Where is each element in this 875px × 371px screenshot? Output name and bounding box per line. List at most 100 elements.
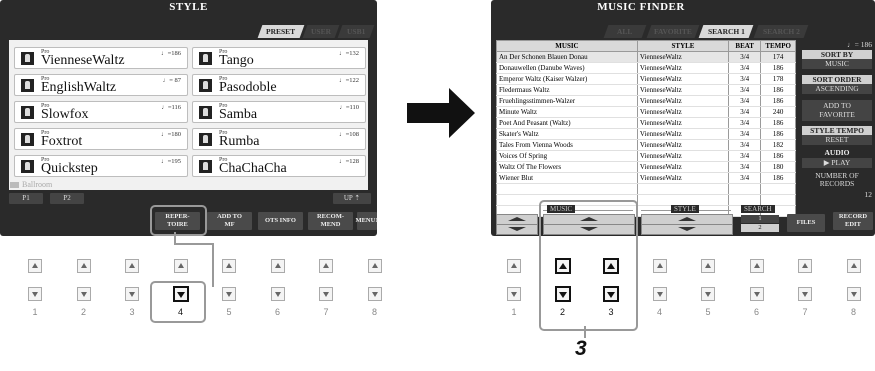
right-down-button-8[interactable]: [846, 287, 861, 301]
style-item-foxtrot[interactable]: Pro Foxtrot ♩=180: [14, 128, 188, 150]
right-down-button-5[interactable]: [701, 287, 715, 301]
table-row[interactable]: Voices Of Spring VienneseWaltz 3/4 186: [496, 150, 796, 162]
record-edit-button[interactable]: RECORD EDIT: [833, 212, 873, 230]
left-up-button-2[interactable]: [76, 259, 91, 273]
style-cell: VienneseWaltz: [636, 62, 730, 74]
left-up-button-1[interactable]: [28, 259, 42, 273]
left-up-button-5[interactable]: [222, 259, 236, 273]
left-up-button-6[interactable]: [270, 259, 285, 273]
folder-row[interactable]: Ballroom: [10, 180, 52, 189]
right-down-button-2[interactable]: [554, 286, 571, 302]
table-row[interactable]: Minute Waltz VienneseWaltz 3/4 240: [496, 106, 796, 118]
column-header-beat[interactable]: BEAT: [728, 40, 762, 52]
beat-cell: 3/4: [728, 117, 762, 129]
right-up-button-4[interactable]: [652, 259, 667, 273]
style-cell: VienneseWaltz: [636, 95, 730, 107]
up-arrow-icon: ⇡: [354, 194, 361, 202]
right-down-button-6[interactable]: [749, 287, 764, 301]
left-down-button-5[interactable]: [222, 287, 236, 301]
tab-search-2[interactable]: SEARCH 2: [753, 25, 809, 38]
style-item-englishwaltz[interactable]: Pro EnglishWaltz ♩= 87: [14, 74, 188, 96]
left-up-button-7[interactable]: [319, 259, 333, 273]
left-up-button-8[interactable]: [367, 259, 382, 273]
tempo-cell: 186: [760, 95, 796, 107]
right-down-button-1[interactable]: [507, 287, 521, 301]
table-row[interactable]: Wiener Blut VienneseWaltz 3/4 186: [496, 172, 796, 184]
left-down-button-2[interactable]: [76, 287, 91, 301]
table-row[interactable]: An Der Schonen Blauen Donau VienneseWaltz…: [496, 51, 796, 63]
left-button-number: 6: [274, 307, 280, 317]
style-name: EnglishWaltz: [41, 80, 117, 95]
page-p1-button[interactable]: P1: [9, 193, 43, 204]
table-row[interactable]: Donauwellen (Danube Waves) VienneseWaltz 3…: [496, 62, 796, 74]
tab-preset[interactable]: PRESET: [257, 25, 305, 38]
left-down-button-6[interactable]: [270, 287, 285, 301]
dancer-icon: [21, 52, 34, 65]
style-item-samba[interactable]: Pro Samba ♩=110: [192, 101, 366, 123]
right-down-button-3[interactable]: [603, 286, 619, 302]
table-row[interactable]: Waltz Of The Flowers VienneseWaltz 3/4 180: [496, 161, 796, 173]
right-down-button-4[interactable]: [652, 287, 667, 301]
style-item-chachacha[interactable]: Pro ChaChaCha ♩=128: [192, 155, 366, 177]
tab-search-1[interactable]: SEARCH 1: [698, 25, 754, 38]
column-header-tempo[interactable]: TEMPO: [760, 40, 796, 52]
left-up-button-4[interactable]: [173, 259, 188, 273]
triangle-down-icon: [705, 292, 711, 297]
style-name: Rumba: [219, 134, 260, 149]
triangle-up-icon: [607, 263, 615, 269]
music-cell: Skater's Waltz: [496, 128, 638, 140]
style-item-quickstep[interactable]: Pro Quickstep ♩=195: [14, 155, 188, 177]
style-tempo-reset-button[interactable]: RESET: [802, 135, 872, 145]
right-up-button-8[interactable]: [846, 259, 861, 273]
search-2-button[interactable]: 2: [741, 224, 779, 232]
right-up-button-1[interactable]: [507, 259, 521, 273]
right-up-button-5[interactable]: [701, 259, 715, 273]
left-down-button-3[interactable]: [125, 287, 139, 301]
tab-user[interactable]: USER: [302, 25, 340, 38]
column-header-style[interactable]: STYLE: [636, 40, 730, 52]
add-to-mf-button[interactable]: ADD TO MF: [207, 212, 252, 230]
files-button[interactable]: FILES: [787, 214, 825, 232]
scroll-down-button[interactable]: [496, 224, 538, 235]
style-down-button[interactable]: [641, 224, 733, 235]
tab-all[interactable]: ALL: [603, 25, 647, 38]
recommend-button[interactable]: RECOM- MEND: [308, 212, 353, 230]
right-up-button-2[interactable]: [554, 258, 571, 274]
left-up-button-3[interactable]: [125, 259, 139, 273]
left-down-button-1[interactable]: [28, 287, 42, 301]
style-item-viennesewaltz[interactable]: Pro VienneseWaltz ♩=186: [14, 47, 188, 69]
music-cell: Donauwellen (Danube Waves): [496, 62, 638, 74]
table-row[interactable]: Skater's Waltz VienneseWaltz 3/4 186: [496, 128, 796, 140]
style-item-tango[interactable]: Pro Tango ♩=132: [192, 47, 366, 69]
table-row[interactable]: Fledermaus Waltz VienneseWaltz 3/4 186: [496, 84, 796, 96]
style-item-slowfox[interactable]: Pro Slowfox ♩=116: [14, 101, 188, 123]
audio-play-button[interactable]: ▶ PLAY: [802, 158, 872, 168]
sort-by-button[interactable]: MUSIC: [802, 59, 872, 69]
table-row[interactable]: Tales From Vienna Woods VienneseWaltz 3/4 1…: [496, 139, 796, 151]
empty-table-row: [496, 183, 796, 195]
right-up-button-6[interactable]: [749, 259, 764, 273]
sort-order-button[interactable]: ASCENDING: [802, 84, 872, 94]
left-button-number: 1: [32, 307, 38, 317]
menu1-button[interactable]: MENU1: [355, 212, 379, 230]
left-down-button-7[interactable]: [319, 287, 333, 301]
table-row[interactable]: Fruehlingsstimmen-Walzer VienneseWaltz 3/4…: [496, 95, 796, 107]
up-button[interactable]: UP ⇡: [333, 193, 371, 204]
style-item-pasodoble[interactable]: Pro Pasodoble ♩=122: [192, 74, 366, 96]
tab-usb1[interactable]: USB1: [337, 25, 375, 38]
left-down-button-8[interactable]: [367, 287, 382, 301]
style-item-rumba[interactable]: Pro Rumba ♩=108: [192, 128, 366, 150]
column-header-music[interactable]: MUSIC: [496, 40, 638, 52]
add-to-favorite-button[interactable]: ADD TO FAVORITE: [802, 100, 872, 121]
button-4-highlight: [150, 281, 206, 323]
right-up-button-7[interactable]: [798, 259, 812, 273]
tab-favorite[interactable]: FAVORITE: [646, 25, 700, 38]
tempo-display: ♩= 186: [847, 40, 872, 49]
table-row[interactable]: Emperor Waltz (Kaiser Walzer) VienneseWal…: [496, 73, 796, 85]
right-up-button-3[interactable]: [603, 258, 619, 274]
right-down-button-7[interactable]: [798, 287, 812, 301]
ots-info-button[interactable]: OTS INFO: [258, 212, 303, 230]
search-1-button[interactable]: 1: [741, 215, 779, 223]
table-row[interactable]: Poet And Peasant (Waltz) VienneseWaltz 3/4…: [496, 117, 796, 129]
page-p2-button[interactable]: P2: [50, 193, 84, 204]
